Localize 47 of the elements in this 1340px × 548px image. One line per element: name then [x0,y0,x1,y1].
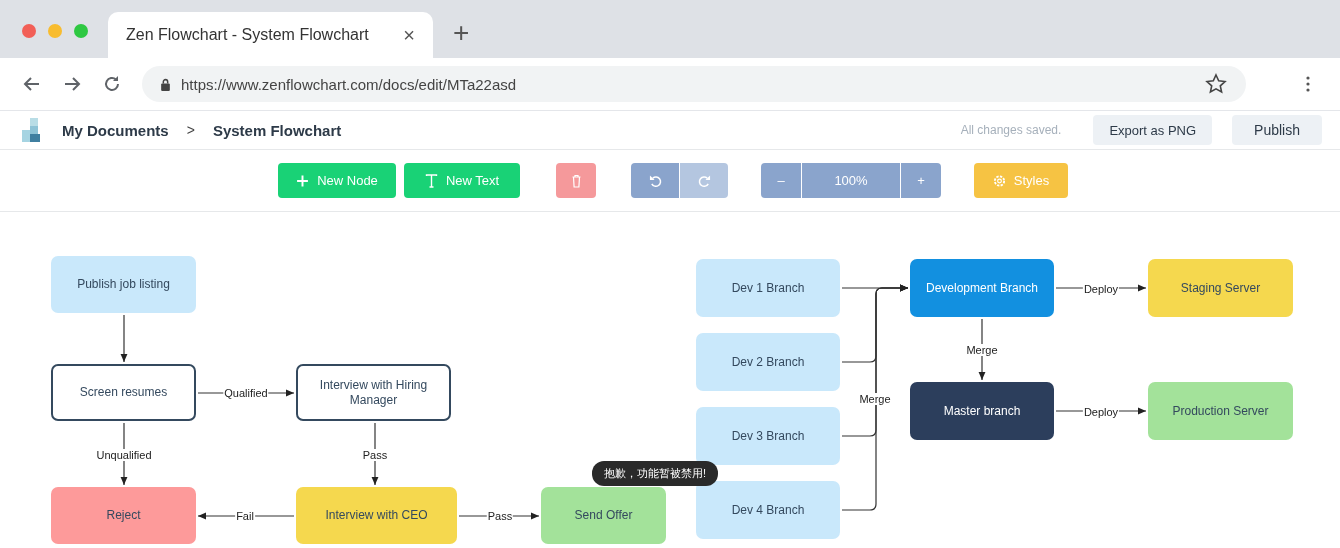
bookmark-star-icon[interactable] [1204,72,1228,96]
edge-label: Fail [235,510,255,522]
flowchart-node[interactable]: Screen resumes [51,364,196,421]
tab-title: Zen Flowchart - System Flowchart [126,26,370,44]
edge-label: Pass [361,449,389,461]
tab-close-button[interactable]: × [403,23,415,47]
menu-icon[interactable] [1306,76,1310,92]
url-text: https://www.zenflowchart.com/docs/edit/MTa22asd [181,75,518,93]
publish-button[interactable]: Publish [1232,115,1322,145]
flowchart-node[interactable]: Dev 3 Branch [696,407,840,465]
zoom-level: 100% [802,163,900,198]
edge-label: Deploy [1082,283,1120,295]
flowchart-node[interactable]: Dev 2 Branch [696,333,840,391]
flowchart-node[interactable]: Staging Server [1148,259,1293,317]
plus-icon [296,173,310,188]
reload-icon[interactable] [102,74,122,94]
document-title: System Flowchart [212,121,342,139]
breadcrumb-separator: > [186,122,195,138]
close-window-control[interactable] [22,24,36,38]
browser-tab[interactable]: Zen Flowchart - System Flowchart × [108,12,433,58]
flowchart-node[interactable]: Dev 1 Branch [696,259,840,317]
export-button[interactable]: Export as PNG [1093,115,1213,145]
edge-label: Qualified [223,387,269,399]
breadcrumb-link[interactable]: My Documents [62,121,169,139]
edge-label: Merge [965,344,999,356]
edge-label: Pass [486,510,514,522]
undo-icon [648,173,662,188]
toast-message: 抱歉，功能暂被禁用! [592,461,719,486]
flowchart-node[interactable]: Publish job listing [51,256,196,313]
flowchart-node[interactable]: Send Offer [541,487,666,544]
address-bar[interactable]: https://www.zenflowchart.com/docs/edit/MTa22asd [142,66,1246,102]
lock-icon [160,77,171,91]
save-status: All changes saved. [960,123,1062,137]
edge-label: Deploy [1082,406,1120,418]
flowchart-node[interactable]: Reject [51,487,196,544]
flowchart-node[interactable]: Master branch [910,382,1054,440]
flowchart-node[interactable]: Production Server [1148,382,1293,440]
redo-icon [697,173,711,188]
text-icon [424,173,438,188]
connector-arrow [120,314,128,363]
flowchart-node[interactable]: Interview with CEO [296,487,457,544]
gear-icon [992,173,1006,188]
flowchart-node[interactable]: Dev 4 Branch [696,481,840,539]
new-tab-button[interactable]: + [453,17,470,49]
edge-label: Merge [858,393,892,405]
edge-label: Unqualified [95,449,153,461]
flowchart-node[interactable]: Interview with Hiring Manager [296,364,451,421]
